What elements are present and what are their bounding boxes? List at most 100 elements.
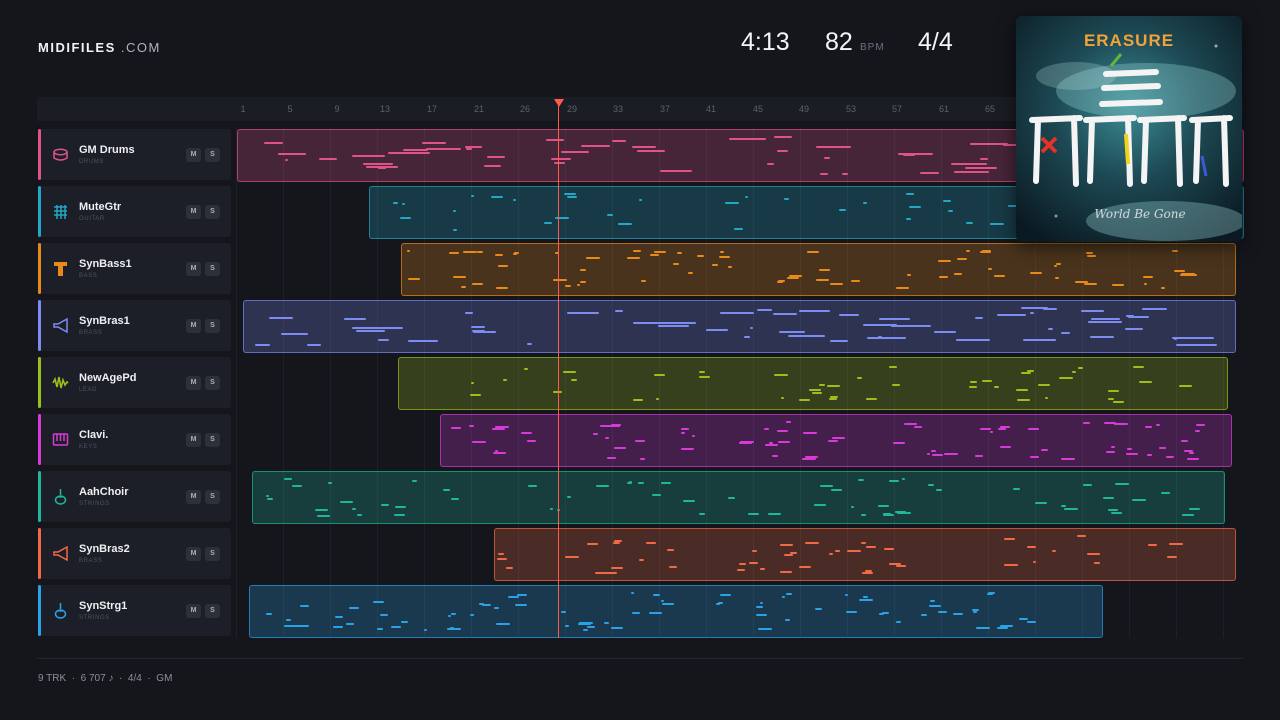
midi-note xyxy=(307,344,321,346)
guitar-grid-icon xyxy=(54,205,67,219)
track-header-newagepd[interactable]: NewAgePd LEAD M S xyxy=(38,357,231,408)
track-header-gm-drums[interactable]: GM Drums DRUMS M S xyxy=(38,129,231,180)
midi-note xyxy=(494,607,499,609)
midi-note xyxy=(891,325,931,327)
midi-clip-3[interactable] xyxy=(401,243,1236,296)
midi-clip-7[interactable] xyxy=(252,471,1225,524)
midi-note xyxy=(1035,502,1047,504)
midi-clip-5[interactable] xyxy=(398,357,1228,410)
midi-note xyxy=(842,173,848,175)
midi-note xyxy=(1169,543,1183,545)
midi-note xyxy=(906,193,914,195)
midi-note xyxy=(426,148,461,150)
midi-clip-8[interactable] xyxy=(494,528,1236,581)
midi-note xyxy=(611,567,623,569)
track-header-synstrg1[interactable]: SynStrg1 STRINGS M S xyxy=(38,585,231,636)
midi-note xyxy=(1019,618,1028,620)
solo-button[interactable]: S xyxy=(205,319,220,333)
midi-note xyxy=(633,250,641,252)
midi-note xyxy=(772,455,778,457)
track-header-synbass1[interactable]: SynBass1 BASS M S xyxy=(38,243,231,294)
midi-note xyxy=(612,140,626,142)
midi-note xyxy=(496,623,510,625)
midi-note xyxy=(453,229,457,231)
midi-note xyxy=(551,158,571,160)
midi-note xyxy=(970,381,977,383)
midi-note xyxy=(907,274,911,276)
track-name: Clavi. xyxy=(79,429,109,441)
playhead[interactable] xyxy=(558,102,559,638)
midi-note xyxy=(554,162,565,164)
track-header-synbras1[interactable]: SynBras1 BRASS M S xyxy=(38,300,231,351)
midi-note xyxy=(725,202,739,204)
solo-button[interactable]: S xyxy=(205,604,220,618)
midi-note xyxy=(839,314,859,316)
midi-note xyxy=(1043,308,1057,310)
midi-note xyxy=(988,268,992,270)
midi-note xyxy=(521,432,532,434)
track-name: SynBras1 xyxy=(79,315,130,327)
solo-button[interactable]: S xyxy=(205,547,220,561)
midi-note xyxy=(333,626,343,628)
midi-note xyxy=(527,440,536,442)
mute-button[interactable]: M xyxy=(186,148,201,162)
midi-note xyxy=(583,629,588,631)
note-count: 6 707 ♪ xyxy=(80,673,114,684)
midi-note xyxy=(1182,514,1194,516)
midi-note xyxy=(884,548,894,550)
midi-note xyxy=(1061,332,1070,334)
solo-button[interactable]: S xyxy=(205,205,220,219)
midi-note xyxy=(527,343,532,345)
ruler-tick: 29 xyxy=(566,104,578,114)
midi-note xyxy=(706,329,728,331)
solo-button[interactable]: S xyxy=(205,376,220,390)
midi-note xyxy=(906,218,911,220)
midi-note xyxy=(752,550,757,552)
solo-button[interactable]: S xyxy=(205,433,220,447)
midi-note xyxy=(929,605,941,607)
midi-note xyxy=(300,605,309,607)
midi-note xyxy=(1041,449,1048,451)
midi-note xyxy=(892,384,900,386)
solo-button[interactable]: S xyxy=(205,490,220,504)
midi-note xyxy=(938,611,947,613)
midi-note xyxy=(784,198,789,200)
mute-button[interactable]: M xyxy=(186,262,201,276)
track-color-bar xyxy=(38,528,41,579)
midi-note xyxy=(812,392,822,394)
solo-button[interactable]: S xyxy=(205,148,220,162)
midi-note xyxy=(697,255,704,257)
track-color-bar xyxy=(38,471,41,522)
midi-note xyxy=(1167,556,1177,558)
mute-button[interactable]: M xyxy=(186,205,201,219)
midi-note xyxy=(1021,372,1031,374)
playhead-handle[interactable] xyxy=(554,99,564,107)
midi-note xyxy=(814,504,826,506)
mute-button[interactable]: M xyxy=(186,490,201,504)
track-header-synbras2[interactable]: SynBras2 BRASS M S xyxy=(38,528,231,579)
midi-note xyxy=(471,195,474,197)
midi-clip-4[interactable] xyxy=(243,300,1236,353)
mute-button[interactable]: M xyxy=(186,547,201,561)
midi-note xyxy=(394,514,405,516)
midi-note xyxy=(816,146,851,148)
ruler-tick: 57 xyxy=(891,104,903,114)
midi-note xyxy=(484,165,501,167)
mute-button[interactable]: M xyxy=(186,433,201,447)
midi-note xyxy=(1143,276,1153,278)
track-header-aahchoir[interactable]: AahChoir STRINGS M S xyxy=(38,471,231,522)
track-header-mutegtr[interactable]: MuteGtr GUITAR M S xyxy=(38,186,231,237)
album-cover: ERASURE World Be Gone xyxy=(1016,16,1242,242)
solo-button[interactable]: S xyxy=(205,262,220,276)
mute-button[interactable]: M xyxy=(186,604,201,618)
mute-button[interactable]: M xyxy=(186,319,201,333)
mute-button[interactable]: M xyxy=(186,376,201,390)
midi-note xyxy=(1017,399,1030,401)
track-header-clavi[interactable]: Clavi. KEYS M S xyxy=(38,414,231,465)
midi-note xyxy=(1027,370,1034,372)
midi-note xyxy=(328,482,332,484)
track-color-bar xyxy=(38,414,41,465)
midi-note xyxy=(567,496,571,498)
midi-clip-9[interactable] xyxy=(249,585,1103,638)
site-logo[interactable]: MIDIFILES .COM xyxy=(38,40,161,55)
